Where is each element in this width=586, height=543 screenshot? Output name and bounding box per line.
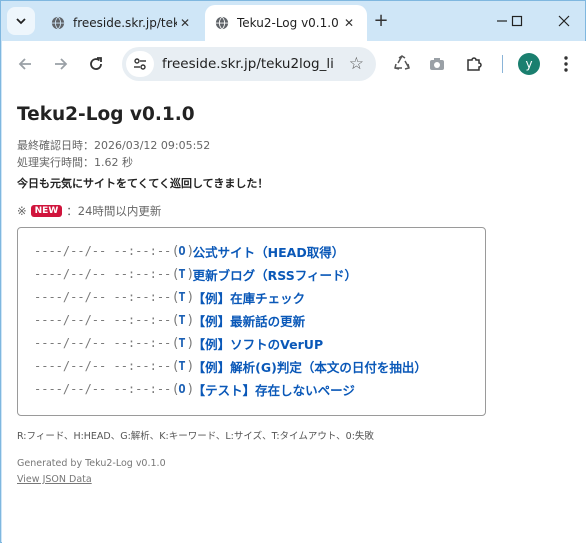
list-item: ----/--/-- --:--:-- (O) 公式サイト（HEAD取得） [34, 241, 344, 261]
site-log-list: ----/--/-- --:--:-- (O) 公式サイト（HEAD取得） --… [17, 227, 486, 416]
page-title: Teku2-Log v0.1.0 [17, 104, 195, 125]
tab-strip: freeside.skr.jp/tek ✕ Teku2-Log v0.1.0 ✕… [1, 1, 586, 41]
last-checked: 最終確認日時：2026/03/12 09:05:52 [17, 139, 211, 152]
site-info-button[interactable] [126, 51, 154, 77]
tab-title: Teku2-Log v0.1.0 [237, 16, 339, 30]
address-bar[interactable]: freeside.skr.jp/teku2log_li... ☆ [122, 47, 376, 81]
list-item: ----/--/-- --:--:-- (T) 更新ブログ（RSSフィード） [34, 264, 357, 284]
tab-search-button[interactable] [7, 7, 35, 35]
toolbar-divider [502, 55, 503, 73]
close-window-button[interactable] [549, 9, 579, 33]
site-link[interactable]: 公式サイト（HEAD取得） [193, 242, 345, 261]
screenshot-button[interactable] [426, 53, 448, 75]
timestamp: ----/--/-- --:--:-- [34, 313, 172, 327]
page-content: Teku2-Log v0.1.0 最終確認日時：2026/03/12 09:05… [2, 86, 586, 543]
reload-icon [90, 57, 102, 70]
site-link[interactable]: 【テスト】存在しないページ [193, 380, 355, 399]
site-link[interactable]: 【例】最新話の更新 [193, 311, 306, 330]
site-link[interactable]: 【例】解析(G)判定（本文の日付を抽出） [193, 357, 427, 376]
maximize-icon [511, 15, 523, 27]
camera-icon [430, 58, 444, 70]
puzzle-icon [467, 57, 482, 71]
arrow-right-icon [55, 58, 68, 70]
more-vert-icon [564, 56, 568, 72]
view-json-link[interactable]: View JSON Data [17, 474, 92, 485]
timestamp: ----/--/-- --:--:-- [34, 359, 172, 373]
status-code: O [178, 244, 186, 258]
tune-icon [134, 58, 146, 70]
list-item: ----/--/-- --:--:-- (O) 【テスト】存在しないページ [34, 379, 355, 399]
list-item: ----/--/-- --:--:-- (T) 【例】ソフトのVerUP [34, 333, 323, 353]
recycle-icon [394, 55, 410, 70]
url-text: freeside.skr.jp/teku2log_li... [162, 56, 334, 72]
back-button[interactable] [14, 53, 36, 75]
tab-freeside[interactable]: freeside.skr.jp/tek ✕ [41, 5, 203, 41]
status-code: T [178, 313, 186, 327]
legend-text: ：24時間以内更新 [66, 204, 162, 218]
new-tab-button[interactable]: + [371, 11, 391, 31]
recycle-extension-button[interactable] [391, 53, 413, 75]
browser-menu-button[interactable] [555, 53, 577, 75]
close-icon[interactable]: ✕ [177, 16, 193, 30]
globe-icon [51, 16, 65, 30]
profile-avatar[interactable]: y [518, 53, 540, 75]
site-link[interactable]: 更新ブログ（RSSフィード） [193, 265, 357, 284]
site-link[interactable]: 【例】在庫チェック [193, 288, 306, 307]
status-key-legend: R:フィード、H:HEAD、G:解析、K:キーワード、L:サイズ、T:タイムアウ… [17, 431, 374, 442]
greeting-text: 今日も元気にサイトをてくてく巡回してきました！ [17, 177, 269, 190]
list-item: ----/--/-- --:--:-- (T) 【例】最新話の更新 [34, 310, 305, 330]
tab-title: freeside.skr.jp/tek [73, 16, 177, 30]
new-badge: NEW [30, 205, 63, 217]
status-code: O [178, 382, 186, 396]
maximize-button[interactable] [502, 9, 532, 33]
browser-toolbar: freeside.skr.jp/teku2log_li... ☆ y [2, 41, 586, 86]
browser-window: freeside.skr.jp/tek ✕ Teku2-Log v0.1.0 ✕… [0, 0, 586, 543]
new-legend: ※ NEW ：24時間以内更新 [17, 203, 161, 219]
arrow-left-icon [18, 58, 31, 70]
timestamp: ----/--/-- --:--:-- [34, 336, 172, 350]
timestamp: ----/--/-- --:--:-- [34, 267, 172, 281]
close-icon [558, 15, 570, 27]
reload-button[interactable] [85, 53, 107, 75]
generated-by: Generated by Teku2-Log v0.1.0 [17, 458, 166, 469]
extensions-button[interactable] [463, 53, 485, 75]
tab-teku2log[interactable]: Teku2-Log v0.1.0 ✕ [205, 5, 367, 41]
timestamp: ----/--/-- --:--:-- [34, 382, 172, 396]
timestamp: ----/--/-- --:--:-- [34, 290, 172, 304]
legend-prefix: ※ [17, 204, 27, 218]
globe-icon [215, 16, 229, 30]
timestamp: ----/--/-- --:--:-- [34, 244, 172, 258]
status-code: T [178, 290, 186, 304]
forward-button[interactable] [50, 53, 72, 75]
close-icon[interactable]: ✕ [341, 16, 357, 30]
list-item: ----/--/-- --:--:-- (T) 【例】解析(G)判定（本文の日付… [34, 356, 427, 376]
list-item: ----/--/-- --:--:-- (T) 【例】在庫チェック [34, 287, 305, 307]
exec-time: 処理実行時間：1.62 秒 [17, 156, 133, 169]
site-link[interactable]: 【例】ソフトのVerUP [193, 334, 323, 353]
bookmark-star-icon[interactable]: ☆ [349, 54, 364, 74]
status-code: T [178, 359, 186, 373]
chevron-down-icon [16, 18, 26, 25]
status-code: T [178, 267, 186, 281]
status-code: T [178, 336, 186, 350]
